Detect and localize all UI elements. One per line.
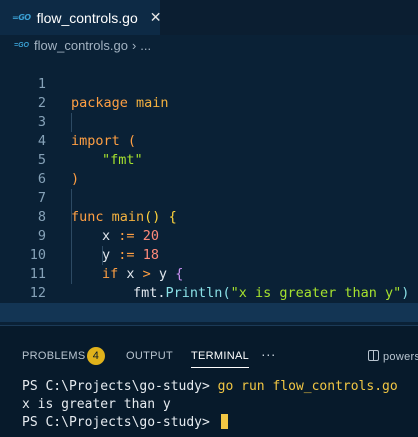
terminal-output: x is greater than y [22,397,171,412]
terminal-shell-selector[interactable]: powers [368,350,418,363]
breadcrumb-file[interactable]: flow_controls.go [34,38,128,53]
active-code-line[interactable]: 14 [0,303,418,339]
terminal-cursor [220,414,228,429]
shell-label: powers [383,351,418,363]
terminal-prompt: PS C:\Projects\go-study> [22,415,218,430]
code-line: 11 fmt.Println("x is greater than y") [0,246,418,301]
go-file-icon: =GO [12,13,31,22]
breadcrumb: =GO flow_controls.go › ... [0,35,418,55]
terminal-line: PS C:\Projects\go-study> go run flow_con… [22,378,398,396]
close-icon[interactable]: ✕ [150,10,162,26]
code-line: 9 y := 18 [0,208,418,263]
tab-label: flow_controls.go [36,9,138,26]
more-actions-icon[interactable]: ··· [261,346,276,362]
chevron-right-icon: › [131,37,137,53]
problems-count-badge: 4 [87,347,105,365]
tab-flow-controls[interactable]: =GO flow_controls.go ✕ [0,0,162,35]
bottom-panel: PROBLEMS 4 OUTPUT TERMINAL ··· powers PS… [0,326,418,437]
code-line: 13 } [0,284,418,339]
code-line: 6 [0,151,418,187]
code-line: 5 ) [0,132,418,187]
code-line: 7 func main() { [0,170,418,225]
code-editor[interactable]: 1 package main 2 3 import ( 4 "fmt" 5 ) … [0,55,418,339]
editor-tab-bar: =GO flow_controls.go ✕ [0,0,418,35]
code-line: 1 package main [0,56,418,111]
code-line: 4 "fmt" [0,113,418,168]
split-terminal-icon [368,350,379,361]
tab-problems[interactable]: PROBLEMS [22,350,86,362]
breadcrumb-more[interactable]: ... [140,38,151,53]
panel-tab-bar: PROBLEMS 4 OUTPUT TERMINAL ··· powers [0,344,418,370]
code-line: 3 import ( [0,94,418,149]
go-file-icon: =GO [14,41,29,49]
terminal-line[interactable]: PS C:\Projects\go-study> [22,414,228,432]
code-line: 12 } [0,265,418,320]
code-line: 10 if x > y { [0,227,418,282]
terminal-prompt: PS C:\Projects\go-study> [22,379,218,394]
tab-output[interactable]: OUTPUT [126,350,173,362]
code-line: 2 [0,75,418,111]
terminal-command: go run flow_controls.go [217,379,398,394]
code-line: 8 x := 20 [0,189,418,244]
tab-terminal[interactable]: TERMINAL [191,350,250,368]
